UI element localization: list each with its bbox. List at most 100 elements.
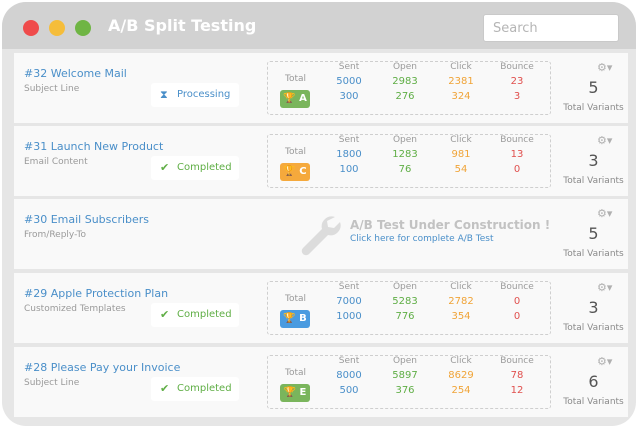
variant-count: 3 — [588, 298, 599, 317]
status-text: Completed — [177, 162, 232, 173]
list-item[interactable]: #30 Email Subscribers From/Reply-To A/B … — [14, 199, 628, 269]
click-column: Click 981 54 — [438, 135, 484, 179]
app-window: A/B Split Testing #32 Welcome Mail Subje… — [2, 2, 636, 426]
close-window-button[interactable] — [23, 20, 39, 36]
open-column: Open 1283 76 — [382, 135, 428, 179]
open-total: 1283 — [392, 149, 418, 160]
total-label: Total — [285, 74, 307, 84]
complete-test-link[interactable]: Click here for complete A/B Test — [350, 234, 494, 244]
winner-badge: 🏆 B — [280, 310, 310, 328]
click-winner: 254 — [451, 385, 471, 396]
open-winner: 276 — [395, 91, 415, 102]
variant-label: Total Variants — [563, 103, 624, 113]
gear-icon[interactable]: ⚙▾ — [597, 355, 612, 368]
winner-badge: 🏆 A — [280, 90, 310, 108]
status-badge: ⧗ Processing — [151, 83, 239, 107]
variant-label: Total Variants — [563, 323, 624, 333]
sent-column: Sent 1800 100 — [326, 135, 372, 179]
bounce-header: Bounce — [500, 282, 534, 292]
click-header: Click — [450, 282, 472, 292]
variants-panel: ⚙▾ 5 Total Variants — [559, 53, 628, 123]
click-total: 8629 — [448, 370, 474, 381]
bounce-column: Bounce 13 0 — [494, 135, 540, 179]
checkmark-icon: ✔ — [160, 382, 170, 395]
sent-total: 8000 — [336, 370, 362, 381]
gear-icon[interactable]: ⚙▾ — [597, 281, 612, 294]
status-text: Completed — [177, 309, 232, 320]
sent-total: 7000 — [336, 296, 362, 307]
test-subtitle: From/Reply-To — [24, 230, 86, 240]
bounce-total: 0 — [513, 296, 521, 307]
test-title-link[interactable]: #31 Launch New Product — [24, 140, 163, 153]
click-winner: 354 — [451, 311, 471, 322]
sent-header: Sent — [338, 356, 360, 366]
list-item[interactable]: #32 Welcome Mail Subject Line ⧗ Processi… — [14, 53, 628, 123]
click-column: Click 8629 254 — [438, 356, 484, 400]
test-title-link[interactable]: #28 Please Pay your Invoice — [24, 361, 180, 374]
list-item[interactable]: #29 Apple Protection Plan Customized Tem… — [14, 273, 628, 343]
winner-letter: B — [299, 313, 307, 324]
gear-icon[interactable]: ⚙▾ — [597, 61, 612, 74]
open-winner: 776 — [395, 311, 415, 322]
status-badge: ✔ Completed — [151, 156, 239, 180]
gear-icon[interactable]: ⚙▾ — [597, 134, 612, 147]
gear-icon[interactable]: ⚙▾ — [597, 207, 612, 220]
click-header: Click — [450, 356, 472, 366]
test-subtitle: Subject Line — [24, 378, 80, 388]
open-total: 5897 — [392, 370, 418, 381]
bounce-winner: 12 — [510, 385, 524, 396]
variants-panel: ⚙▾ 3 Total Variants — [559, 126, 628, 196]
click-header: Click — [450, 62, 472, 72]
test-title-link[interactable]: #32 Welcome Mail — [24, 67, 127, 80]
bounce-header: Bounce — [500, 135, 534, 145]
click-total: 2782 — [448, 296, 474, 307]
click-total: 2381 — [448, 76, 474, 87]
bounce-winner: 0 — [513, 311, 521, 322]
sent-column: Sent 7000 1000 — [326, 282, 372, 326]
click-total: 981 — [451, 149, 471, 160]
open-total: 5283 — [392, 296, 418, 307]
list-item[interactable]: #28 Please Pay your Invoice Subject Line… — [14, 347, 628, 417]
test-title-link[interactable]: #29 Apple Protection Plan — [24, 287, 168, 300]
winner-badge: 🏆 C — [280, 163, 310, 181]
total-label: Total — [285, 368, 307, 378]
maximize-window-button[interactable] — [75, 20, 91, 36]
bounce-header: Bounce — [500, 356, 534, 366]
status-badge: ✔ Completed — [151, 303, 239, 327]
variants-panel: ⚙▾ 3 Total Variants — [559, 273, 628, 343]
bounce-total: 78 — [510, 370, 524, 381]
list-item[interactable]: #31 Launch New Product Email Content ✔ C… — [14, 126, 628, 196]
minimize-window-button[interactable] — [49, 20, 65, 36]
test-title-link[interactable]: #30 Email Subscribers — [24, 213, 149, 226]
sent-winner: 1000 — [336, 311, 362, 322]
bounce-total: 13 — [510, 149, 524, 160]
construction-title: A/B Test Under Construction ! — [350, 218, 551, 232]
sent-winner: 500 — [339, 385, 359, 396]
click-winner: 54 — [454, 164, 468, 175]
bounce-winner: 0 — [513, 164, 521, 175]
sent-total: 1800 — [336, 149, 362, 160]
stats-panel: Total 🏆 A Sent 5000 300 Open 2983 276 Cl… — [267, 61, 551, 115]
open-header: Open — [392, 62, 418, 72]
hourglass-icon: ⧗ — [160, 88, 168, 101]
status-text: Processing — [177, 89, 231, 100]
variant-count: 5 — [588, 78, 599, 97]
wrench-icon — [301, 216, 341, 256]
trophy-icon: 🏆 — [283, 387, 297, 398]
variant-count: 6 — [588, 372, 599, 391]
sent-header: Sent — [338, 62, 360, 72]
search-input[interactable] — [483, 14, 619, 42]
variant-label: Total Variants — [563, 397, 624, 407]
test-subtitle: Subject Line — [24, 84, 80, 94]
winner-letter: E — [299, 387, 307, 398]
bounce-column: Bounce 23 3 — [494, 62, 540, 106]
sent-winner: 100 — [339, 164, 359, 175]
variant-label: Total Variants — [563, 176, 624, 186]
open-column: Open 2983 276 — [382, 62, 428, 106]
bounce-winner: 3 — [513, 91, 521, 102]
open-header: Open — [392, 135, 418, 145]
variants-panel: ⚙▾ 5 Total Variants — [559, 199, 628, 269]
window-title: A/B Split Testing — [108, 16, 257, 35]
click-header: Click — [450, 135, 472, 145]
bounce-header: Bounce — [500, 62, 534, 72]
